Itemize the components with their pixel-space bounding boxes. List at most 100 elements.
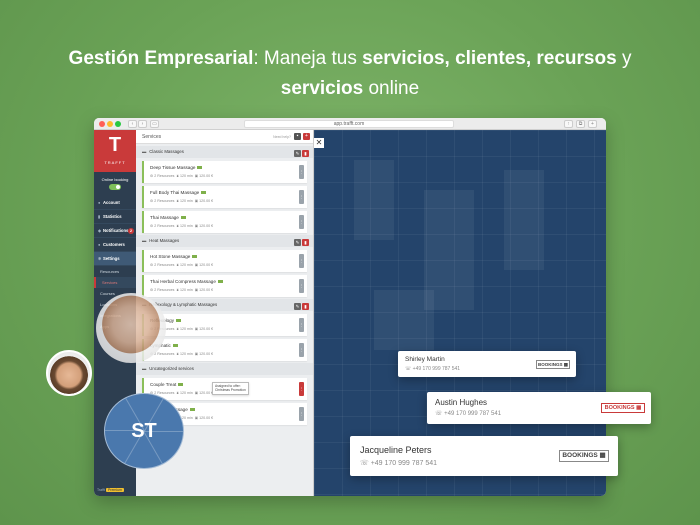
service-duration: 120 min <box>179 174 193 178</box>
sidebar-subitem-resources[interactable]: Resources <box>94 266 136 277</box>
premium-badge[interactable]: Premium <box>105 488 124 492</box>
category-header[interactable]: ▬ Classic Massages ✎ ▮ <box>136 146 313 158</box>
service-item[interactable]: Hot Stone Massage ⚙ 2 Resources ⧗ 120 min… <box>142 250 307 272</box>
minimize-window-button[interactable] <box>107 121 113 127</box>
sidebar-item-statistics[interactable]: ▮ Statistics <box>94 210 136 224</box>
folder-add-icon[interactable]: ▪ <box>294 133 301 140</box>
service-item[interactable]: Reflexology⚙ 2 Resources ⧗ 120 min ▣ 120… <box>142 314 307 336</box>
service-duration: 120 min <box>179 327 193 331</box>
offer-tooltip: Assigned to offer: Christmas Promotion <box>212 382 249 395</box>
close-icon[interactable]: ✕ <box>314 138 324 148</box>
customer-card-jacqueline[interactable]: Jacqueline Peters ☏ +49 170 999 787 541 … <box>350 436 618 476</box>
service-name: Full Body Thai Massage <box>150 190 207 195</box>
service-name-text: Couple Treat <box>150 382 177 387</box>
flag-icon <box>192 255 198 259</box>
add-service-button[interactable]: + <box>303 133 310 140</box>
service-item[interactable]: Full Body Thai Massage ⚙ 2 Resources ⧗ 12… <box>142 186 307 208</box>
customer-card-shirley[interactable]: Shirley Martin ☏ +49 170 999 787 541 BOO… <box>398 351 576 377</box>
folder-icon: ▬ <box>142 366 147 371</box>
bookings-button[interactable]: BOOKINGS ▦ <box>601 403 645 413</box>
customer-name: Jacqueline Peters <box>360 445 432 455</box>
service-menu-button[interactable]: ⋮ <box>299 318 304 332</box>
service-item[interactable]: Deep Tissue Massage ⚙ 2 Resources ⧗ 120 m… <box>142 161 307 183</box>
service-menu-button[interactable]: ⋮ <box>299 190 304 204</box>
sidebar-item-notifications[interactable]: ◆ Notifications 2 <box>94 224 136 238</box>
new-tab-icon[interactable]: + <box>588 120 597 128</box>
service-meta: ⚙ 2 Resources ⧗ 120 min ▣ 120.00 € <box>150 174 213 178</box>
phone-number: +49 170 999 787 541 <box>412 366 461 372</box>
delete-icon[interactable]: ▮ <box>302 150 309 157</box>
category-header[interactable]: ▬ Uncategorized services <box>136 363 313 375</box>
service-item[interactable]: Thai Herbal Compress Massage ⚙ 2 Resource… <box>142 275 307 297</box>
service-item[interactable]: Couple Treat ⚙ 2 Resources ⧗ 120 min ▣ 12… <box>142 378 307 400</box>
folder-icon: ▬ <box>142 149 147 154</box>
bookings-button[interactable]: BOOKINGS ▦ <box>536 360 570 369</box>
service-name-text: Deep Tissue Massage <box>150 165 196 170</box>
service-menu-button[interactable]: ⋮ <box>299 343 304 357</box>
category-header[interactable]: ▬Reflexology & Lymphatic Massages✎▮ <box>136 299 313 311</box>
forward-icon[interactable]: › <box>138 120 147 128</box>
flag-icon <box>217 280 223 284</box>
logo[interactable]: T TRAFFT <box>94 130 136 172</box>
tabs-icon[interactable]: ⧉ <box>576 120 585 128</box>
share-icon[interactable]: ↑ <box>564 120 573 128</box>
sidebar-item-account[interactable]: ● Account <box>94 196 136 210</box>
bookings-label: BOOKINGS <box>604 405 635 411</box>
flag-icon <box>201 191 207 195</box>
service-menu-button[interactable]: ⋮ <box>299 165 304 179</box>
category-header[interactable]: ▬ Heat Massages ✎ ▮ <box>136 235 313 247</box>
service-menu-button[interactable]: ⋮ <box>299 254 304 268</box>
service-resources: 2 Resources <box>154 263 175 267</box>
phone-icon: ☏ <box>360 460 371 467</box>
headline-text-3: online <box>363 78 420 99</box>
service-item[interactable]: Lymphatic⚙ 2 Resources ⧗ 120 min ▣ 120.0… <box>142 339 307 361</box>
service-resources: 2 Resources <box>154 174 175 178</box>
customer-card-austin[interactable]: Austin Hughes ☏ +49 170 999 787 541 BOOK… <box>427 392 651 424</box>
service-meta: ⚙ 2 Resources ⧗ 120 min ▣ 120.00 € <box>150 199 213 203</box>
headline-text-2: y <box>616 48 632 69</box>
sidebar-item-label: Notifications <box>103 228 129 233</box>
sidebar-item-settings[interactable]: ✱ Settings <box>94 252 136 266</box>
service-price: 120.00 € <box>199 224 214 228</box>
edit-icon[interactable]: ✎ <box>294 150 301 157</box>
headline-bold-2: servicios, clientes, recursos <box>362 48 617 69</box>
service-price: 120.00 € <box>199 174 214 178</box>
service-item[interactable]: Thai Massage ⚙ 2 Resources ⧗ 120 min ▣ 12… <box>142 211 307 233</box>
edit-icon[interactable]: ✎ <box>294 239 301 246</box>
sidebar-item-customers[interactable]: ● Customers <box>94 238 136 252</box>
service-name: Hot Stone Massage <box>150 254 198 259</box>
category-list: ▬ Classic Massages ✎ ▮ Deep Tissue Massage ⚙ … <box>136 146 313 425</box>
flag-icon <box>180 216 186 220</box>
service-menu-button[interactable]: ⋮ <box>299 215 304 229</box>
tooltip-line-2: Christmas Promotion <box>215 388 246 393</box>
online-booking-toggle[interactable] <box>109 184 121 190</box>
calendar-event-block <box>374 290 434 350</box>
avatar <box>46 350 92 396</box>
service-duration: 120 min <box>179 263 193 267</box>
folder-icon: ▬ <box>142 238 147 243</box>
service-menu-button[interactable]: ⋮ <box>299 279 304 293</box>
sidebar-subitem-services[interactable]: Services <box>94 277 136 288</box>
service-menu-button[interactable]: ⋮ <box>299 407 304 421</box>
service-name: Thai Herbal Compress Massage <box>150 279 223 284</box>
help-link[interactable]: Need help? <box>273 135 291 139</box>
service-price: 120.00 € <box>199 199 214 203</box>
calendar-icon: ▦ <box>563 362 569 367</box>
service-meta: ⚙ 2 Resources ⧗ 120 min ▣ 120.00 € <box>150 288 213 292</box>
logo-letter: T <box>108 134 122 156</box>
sidebar-item-label: Statistics <box>103 214 122 219</box>
service-meta: ⚙ 2 Resources ⧗ 120 min ▣ 120.00 € <box>150 263 213 267</box>
close-window-button[interactable] <box>99 121 105 127</box>
sidebar-toggle-icon[interactable]: ▭ <box>150 120 159 128</box>
back-icon[interactable]: ‹ <box>128 120 137 128</box>
edit-icon[interactable]: ✎ <box>294 303 301 310</box>
bookings-button[interactable]: BOOKINGS ▦ <box>559 450 609 462</box>
service-menu-button[interactable]: ⋮ <box>299 382 304 396</box>
address-bar[interactable]: app.trafft.com <box>244 120 454 128</box>
maximize-window-button[interactable] <box>115 121 121 127</box>
service-name-text: Full Body Thai Massage <box>150 190 200 195</box>
delete-icon[interactable]: ▮ <box>302 303 309 310</box>
sidebar-item-label: Account <box>103 200 120 205</box>
headline-text-1: : Maneja tus <box>253 48 363 69</box>
delete-icon[interactable]: ▮ <box>302 239 309 246</box>
